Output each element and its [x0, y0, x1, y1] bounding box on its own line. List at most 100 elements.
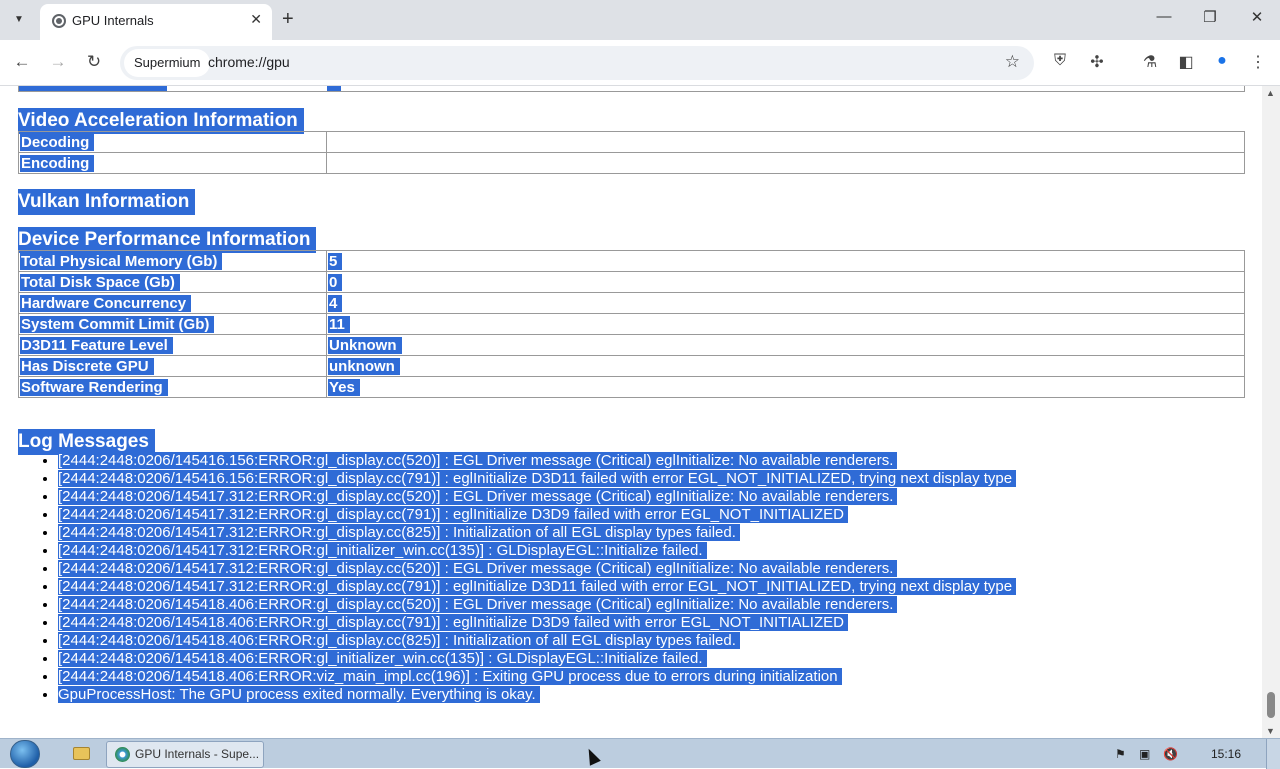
back-arrow-icon[interactable]: ← [11, 52, 33, 72]
row-key: Has Discrete GPU [20, 357, 154, 375]
list-item: [2444:2448:0206/145417.312:ERROR:gl_disp… [58, 560, 1016, 578]
log-message: [2444:2448:0206/145418.406:ERROR:gl_init… [58, 650, 707, 667]
list-item: [2444:2448:0206/145418.406:ERROR:gl_disp… [58, 596, 1016, 614]
row-value: 4 [328, 294, 343, 312]
folder-icon [73, 747, 90, 760]
log-message: GpuProcessHost: The GPU process exited n… [58, 686, 540, 703]
list-item: [2444:2448:0206/145416.156:ERROR:gl_disp… [58, 470, 1017, 488]
list-item: [2444:2448:0206/145417.312:ERROR:gl_disp… [58, 578, 1017, 596]
system-clock[interactable]: 15:16 [1211, 747, 1241, 761]
row-key: Encoding [20, 154, 95, 172]
browser-app-icon [115, 747, 130, 762]
log-message: [2444:2448:0206/145418.406:ERROR:gl_disp… [58, 632, 740, 649]
log-message: [2444:2448:0206/145418.406:ERROR:viz_mai… [58, 668, 842, 685]
log-message: [2444:2448:0206/145418.406:ERROR:gl_disp… [58, 596, 898, 613]
list-item: GpuProcessHost: The GPU process exited n… [58, 686, 1016, 704]
row-key: D3D11 Feature Level [20, 336, 173, 354]
row-value: 11 [328, 315, 350, 333]
row-key: Software Rendering [20, 378, 168, 396]
volume-muted-icon[interactable]: 🔇 [1163, 747, 1178, 761]
row-value [328, 155, 334, 172]
row-value: Yes [328, 378, 360, 396]
row-key: Total Disk Space (Gb) [20, 273, 180, 291]
list-item: [2444:2448:0206/145418.406:ERROR:viz_mai… [58, 668, 1016, 686]
table-row: Total Physical Memory (Gb) 5 [18, 250, 1245, 272]
favicon-icon [52, 14, 66, 28]
table-row: Total Disk Space (Gb) 0 [18, 271, 1245, 293]
scroll-down-arrow-icon[interactable]: ▼ [1266, 726, 1275, 736]
extensions-puzzle-icon[interactable]: ✣ [1086, 52, 1108, 72]
list-item: [2444:2448:0206/145418.406:ERROR:gl_disp… [58, 632, 1016, 650]
browser-toolbar: ← → ↻ Supermium chrome://gpu ☆ ⛨ ✣ ⚗ ◧ ●… [0, 40, 1280, 86]
reload-icon[interactable]: ↻ [83, 52, 105, 72]
table-row: Encoding [18, 152, 1245, 174]
network-icon[interactable]: ▣ [1139, 747, 1150, 761]
table-row: Has Discrete GPU unknown [18, 355, 1245, 377]
scrollbar-thumb[interactable] [1267, 692, 1275, 718]
profile-avatar-icon[interactable]: ● [1211, 52, 1233, 70]
url-text[interactable]: chrome://gpu [208, 54, 290, 70]
log-message: [2444:2448:0206/145417.312:ERROR:gl_init… [58, 542, 707, 559]
tab-search-button[interactable]: ▼ [8, 8, 30, 30]
log-message: [2444:2448:0206/145417.312:ERROR:gl_disp… [58, 506, 848, 523]
row-value: unknown [328, 357, 400, 375]
show-desktop-button[interactable] [1266, 739, 1280, 769]
list-item: [2444:2448:0206/145416.156:ERROR:gl_disp… [58, 452, 1016, 470]
table-row: Software Rendering Yes [18, 376, 1245, 398]
tab-title: GPU Internals [72, 13, 154, 28]
action-center-flag-icon[interactable]: ⚑ [1115, 747, 1126, 761]
forward-arrow-icon[interactable]: → [47, 52, 69, 72]
tab-gpu-internals[interactable]: GPU Internals ✕ [40, 4, 272, 40]
vertical-scrollbar[interactable]: ▲ ▼ [1262, 86, 1280, 738]
table-row: System Commit Limit (Gb) 11 [18, 313, 1245, 335]
log-message: [2444:2448:0206/145417.312:ERROR:gl_disp… [58, 488, 898, 505]
video-acceleration-table: Decoding Encoding [18, 131, 1245, 174]
list-item: [2444:2448:0206/145418.406:ERROR:gl_disp… [58, 614, 1016, 632]
tab-strip: ▼ GPU Internals ✕ + — ❐ ✕ [0, 0, 1280, 40]
row-key: Decoding [20, 133, 95, 151]
bookmark-star-icon[interactable]: ☆ [1005, 52, 1020, 72]
row-value: 5 [328, 252, 343, 270]
browser-taskbar-button[interactable]: GPU Internals - Supe... [106, 741, 264, 768]
log-message: [2444:2448:0206/145416.156:ERROR:gl_disp… [58, 452, 898, 469]
start-button[interactable] [6, 739, 44, 769]
scroll-up-arrow-icon[interactable]: ▲ [1266, 88, 1275, 98]
restore-button[interactable]: ❐ [1198, 8, 1222, 26]
tab-close-button[interactable]: ✕ [250, 11, 262, 28]
row-value [328, 134, 334, 151]
table-row: D3D11 Feature Level Unknown [18, 334, 1245, 356]
labs-flask-icon[interactable]: ⚗ [1139, 52, 1161, 72]
ublock-shield-icon[interactable]: ⛨ [1049, 52, 1071, 70]
side-panel-icon[interactable]: ◧ [1175, 52, 1197, 72]
taskbar-button-label: GPU Internals - Supe... [135, 747, 260, 761]
row-key: System Commit Limit (Gb) [20, 315, 215, 333]
chevron-down-icon: ▼ [14, 13, 24, 25]
page-content: Video Acceleration Information Decoding … [0, 86, 1262, 738]
log-message: [2444:2448:0206/145417.312:ERROR:gl_disp… [58, 524, 740, 541]
list-item: [2444:2448:0206/145418.406:ERROR:gl_init… [58, 650, 1016, 668]
windows-logo-icon [10, 740, 40, 768]
log-messages-list: [2444:2448:0206/145416.156:ERROR:gl_disp… [40, 452, 1017, 704]
section-title-vulkan: Vulkan Information [18, 189, 196, 215]
table-row: Decoding [18, 131, 1245, 153]
explorer-taskbar-button[interactable] [62, 741, 100, 767]
list-item: [2444:2448:0206/145417.312:ERROR:gl_disp… [58, 506, 1016, 524]
address-bar[interactable]: Supermium chrome://gpu ☆ [120, 46, 1034, 80]
menu-kebab-icon[interactable]: ⋮ [1247, 52, 1269, 72]
device-performance-table: Total Physical Memory (Gb) 5 Total Disk S… [18, 250, 1245, 398]
table-row: Hardware Concurrency 4 [18, 292, 1245, 314]
minimize-button[interactable]: — [1152, 8, 1176, 25]
table-row-partial [18, 86, 1245, 92]
log-message: [2444:2448:0206/145418.406:ERROR:gl_disp… [58, 614, 848, 631]
windows-taskbar: GPU Internals - Supe... ⚑ ▣ 🔇 15:16 [0, 738, 1280, 769]
list-item: [2444:2448:0206/145417.312:ERROR:gl_disp… [58, 524, 1016, 542]
row-value: 0 [328, 273, 343, 291]
site-chip[interactable]: Supermium [124, 49, 211, 77]
row-key: Total Physical Memory (Gb) [20, 252, 223, 270]
log-message: [2444:2448:0206/145416.156:ERROR:gl_disp… [58, 470, 1017, 487]
row-value: Unknown [328, 336, 402, 354]
list-item: [2444:2448:0206/145417.312:ERROR:gl_init… [58, 542, 1016, 560]
new-tab-button[interactable]: + [282, 8, 294, 30]
window-close-button[interactable]: ✕ [1245, 8, 1269, 26]
row-key: Hardware Concurrency [20, 294, 192, 312]
